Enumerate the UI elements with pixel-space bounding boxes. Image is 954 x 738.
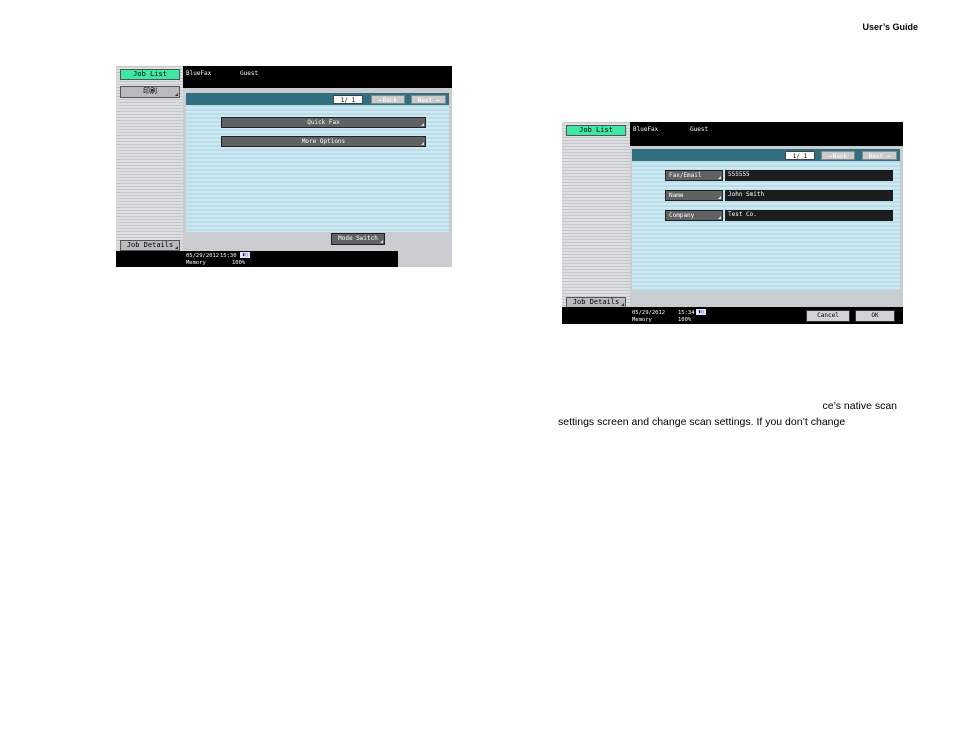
memory-label: Memory	[186, 260, 206, 266]
next-button[interactable]: Next →	[411, 95, 446, 104]
job-list-button[interactable]: Job List	[566, 125, 626, 136]
job-details-button[interactable]: Job Details	[120, 240, 180, 251]
sidebar-print-button[interactable]: 印刷	[120, 86, 180, 98]
memory-value: 100%	[678, 317, 692, 323]
job-list-button[interactable]: Job List	[120, 69, 180, 80]
memory-label: Memory	[632, 317, 652, 323]
screenshot-recipient-fields: Job List Job Details BlueFax Guest 1/ 1 …	[562, 122, 903, 324]
more-options-button[interactable]: More Options	[221, 136, 426, 147]
fax-email-label-button[interactable]: Fax/Email	[665, 170, 723, 181]
sidebar: Job List Job Details	[562, 122, 630, 324]
nav-bar: 1/ 1 ←Back Next →	[186, 93, 449, 105]
back-button[interactable]: ←Back	[821, 151, 855, 160]
page-indicator: 1/ 1	[333, 95, 363, 104]
status-bar: 05/29/2012 15:30 ▮▯ Memory 100%	[116, 251, 398, 267]
cancel-button[interactable]: Cancel	[806, 310, 850, 322]
toner-icon: ▮▯	[696, 309, 706, 315]
status-time: 15:34	[678, 310, 695, 316]
page-indicator: 1/ 1	[785, 151, 815, 160]
toner-icon: ▮▯	[240, 252, 250, 258]
content-area: 1/ 1 ←Back Next → Fax/Email 555555 Name …	[632, 149, 900, 290]
body-text-line-2: settings screen and change scan settings…	[558, 416, 846, 428]
name-value[interactable]: John Smith	[725, 190, 893, 201]
user-name: Guest	[690, 126, 709, 133]
status-bar: 05/29/2012 15:34 ▮▯ Memory 100% Cancel O…	[562, 307, 903, 324]
screenshot-quick-fax-menu: Job List 印刷 Job Details BlueFax Guest 1/…	[116, 66, 452, 267]
content-area: 1/ 1 ←Back Next → Quick Fax More Options	[186, 93, 449, 232]
status-date: 05/29/2012	[186, 253, 220, 259]
company-value[interactable]: Test Co.	[725, 210, 893, 221]
app-name: BlueFax	[633, 126, 659, 133]
app-name: BlueFax	[186, 70, 212, 77]
back-button[interactable]: ←Back	[371, 95, 405, 104]
quick-fax-button[interactable]: Quick Fax	[221, 117, 426, 128]
page-header-title: User’s Guide	[862, 22, 918, 32]
next-button[interactable]: Next →	[862, 151, 897, 160]
fax-email-value[interactable]: 555555	[725, 170, 893, 181]
name-label-button[interactable]: Name	[665, 190, 723, 201]
top-bar: BlueFax Guest	[630, 122, 903, 146]
company-label-button[interactable]: Company	[665, 210, 723, 221]
body-text-line-1: ce’s native scan	[822, 400, 897, 412]
memory-value: 100%	[232, 260, 246, 266]
nav-bar: 1/ 1 ←Back Next →	[632, 149, 900, 161]
status-date: 05/29/2012	[632, 310, 666, 316]
mode-switch-button[interactable]: Mode Switch	[331, 233, 385, 245]
status-time: 15:30	[220, 253, 237, 259]
user-name: Guest	[240, 70, 259, 77]
sidebar: Job List 印刷 Job Details	[116, 66, 183, 267]
ok-button[interactable]: OK	[855, 310, 895, 322]
top-bar: BlueFax Guest	[183, 66, 452, 88]
